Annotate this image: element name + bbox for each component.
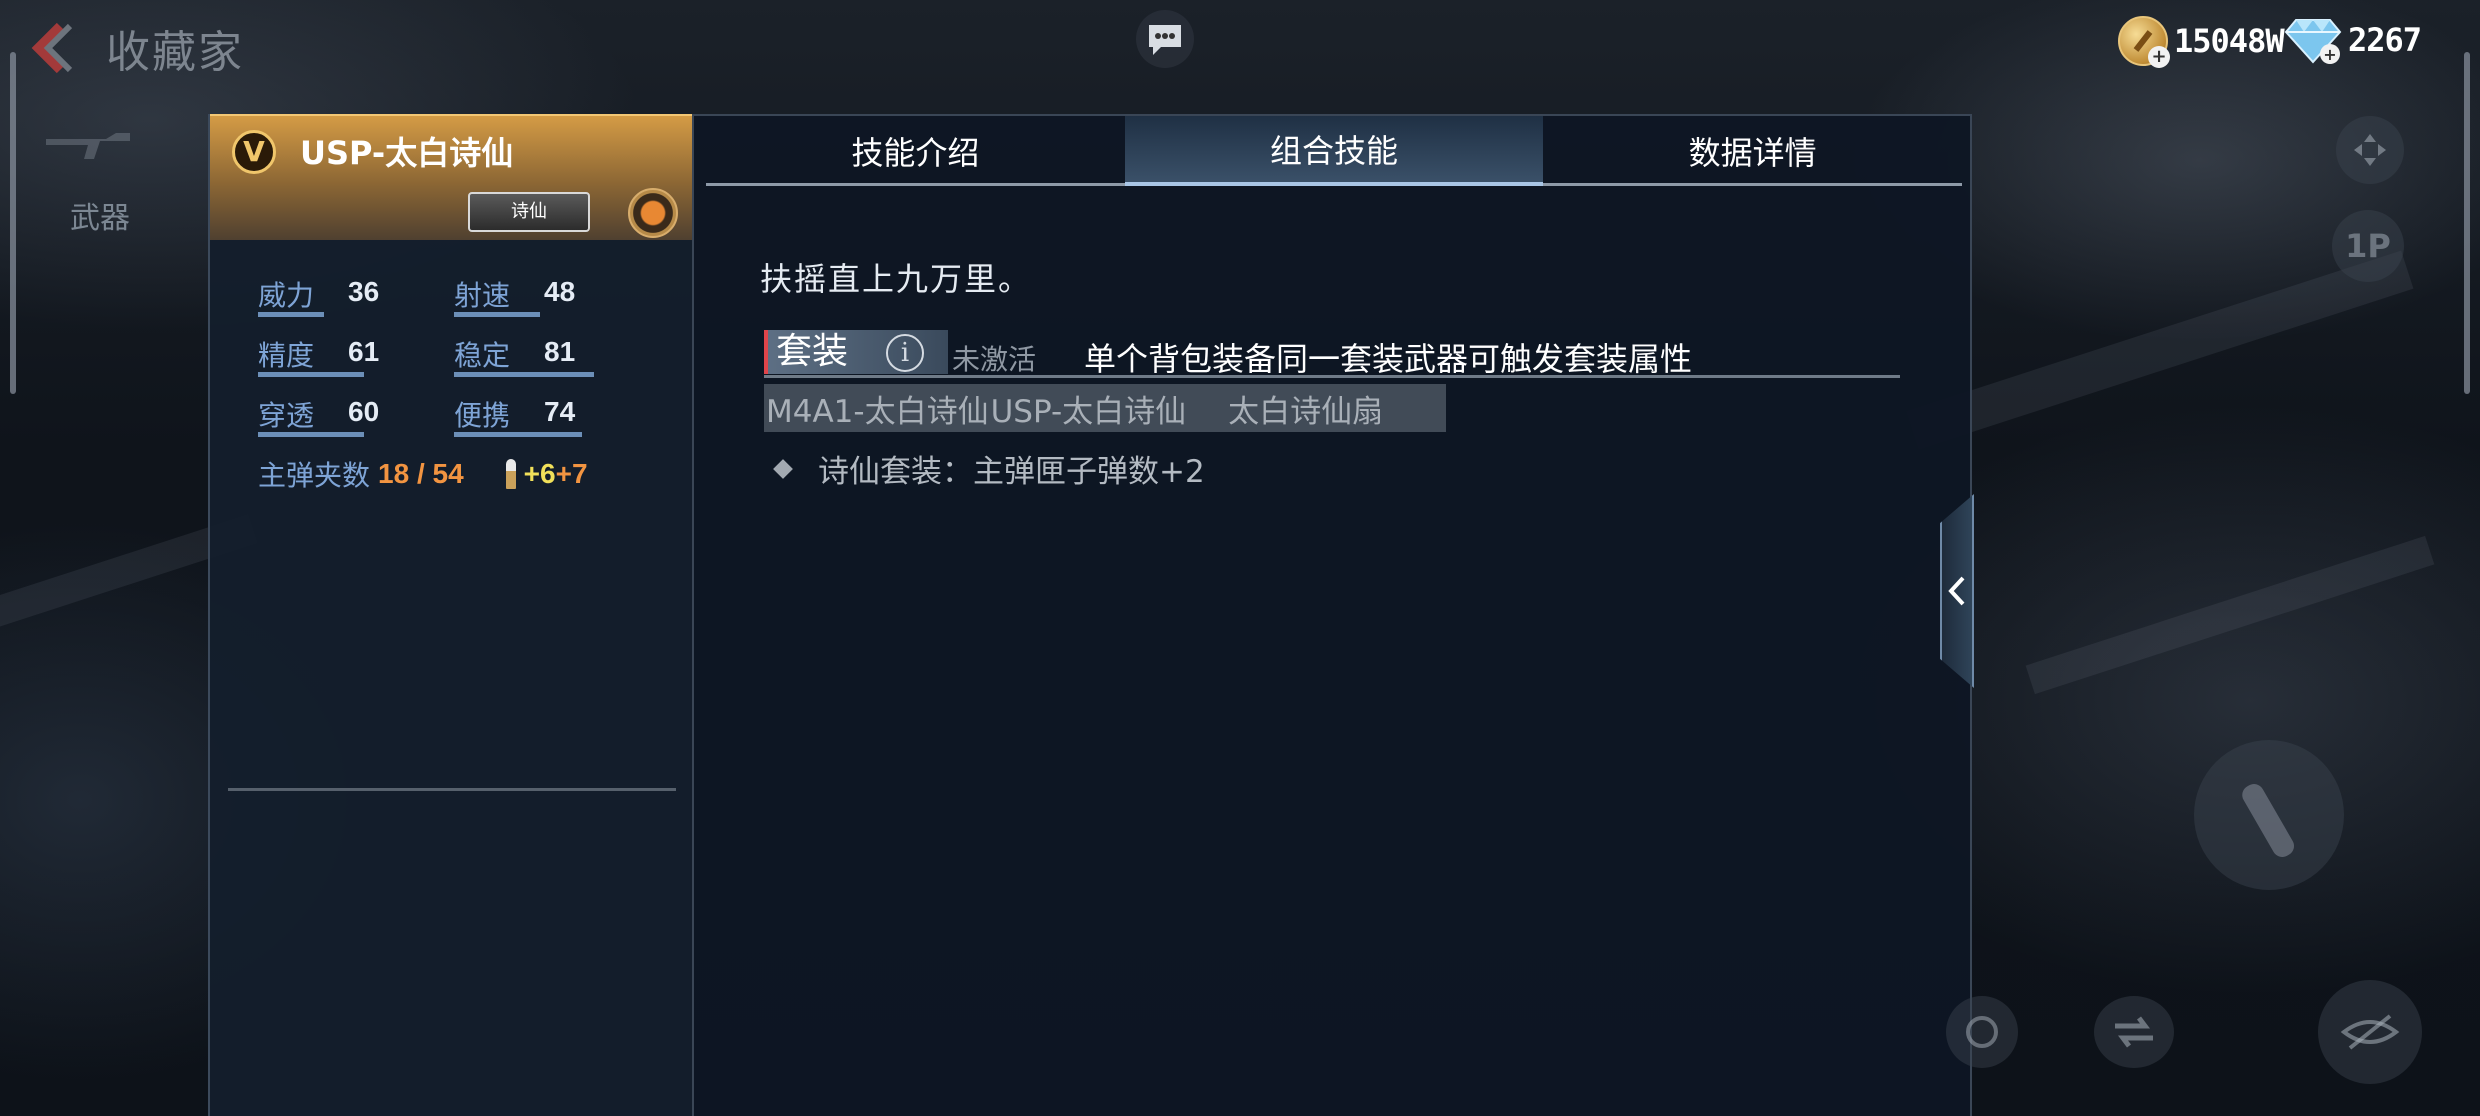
bullet-action-icon[interactable] xyxy=(2194,740,2344,890)
stat-fire-rate: 射速 48 xyxy=(454,274,614,320)
gold-amount: 15048W xyxy=(2174,22,2285,60)
gold-coin-icon: + xyxy=(2118,16,2170,68)
magazine-label: 主弹夹数 xyxy=(258,459,371,492)
set-bonus-text: 诗仙套装：主弹匣子弹数+2 xyxy=(818,454,1205,490)
stat-accuracy: 精度 61 xyxy=(258,334,418,380)
magazine-bonus-a: +6 xyxy=(523,458,556,489)
svg-text:+: + xyxy=(2323,45,2336,64)
gold-currency[interactable]: + 15048W xyxy=(2118,16,2285,68)
view-toggle-button[interactable]: 1P xyxy=(2332,210,2404,282)
tab-combo-skill[interactable]: 组合技能 xyxy=(1124,116,1544,186)
set-weapon-item: M4A1-太白诗仙 xyxy=(766,393,989,430)
diamond-icon: + xyxy=(2284,19,2342,64)
skill-panel: 技能介绍 组合技能 数据详情 扶摇直上九万里。 套装 i 未激活 单个背包装备同… xyxy=(692,114,1972,1116)
tab-bar: 技能介绍 组合技能 数据详情 xyxy=(706,116,1962,186)
set-status: 未激活 xyxy=(952,343,1037,376)
sidebar-item-weapon[interactable]: 武器 xyxy=(0,105,130,236)
chevron-left-icon xyxy=(31,22,73,74)
set-weapon-item: USP-太白诗仙 xyxy=(990,393,1187,430)
poet-tag-badge[interactable]: 诗仙 xyxy=(468,192,590,232)
set-description: 单个背包装备同一套装武器可触发套装属性 xyxy=(1084,340,1693,378)
hide-eye-icon[interactable] xyxy=(2318,980,2422,1084)
back-button[interactable] xyxy=(22,18,82,78)
set-weapons-list: M4A1-太白诗仙 USP-太白诗仙 太白诗仙扇 xyxy=(764,384,1446,432)
swap-weapon-icon[interactable] xyxy=(2094,996,2174,1068)
stat-power: 威力 36 xyxy=(258,274,418,320)
divider xyxy=(228,788,676,791)
diamond-currency[interactable]: + 2267 xyxy=(2284,16,2422,64)
stat-portability: 便携 74 xyxy=(454,394,614,440)
set-bonus: 诗仙套装：主弹匣子弹数+2 xyxy=(770,446,1205,491)
grenade-icon[interactable] xyxy=(1946,996,2018,1068)
diamond-amount: 2267 xyxy=(2348,21,2422,59)
magazine-value: 18 / 54 xyxy=(378,458,464,489)
stat-penetration: 穿透 60 xyxy=(258,394,418,440)
page-title: 收藏家 xyxy=(106,27,244,78)
right-scrollbar[interactable] xyxy=(2464,52,2470,394)
diamond-bullet-icon xyxy=(773,458,793,479)
rifle-icon xyxy=(46,133,130,159)
weapon-header: V USP-太白诗仙 诗仙 xyxy=(210,114,694,240)
rank-badge: V xyxy=(232,130,276,174)
set-weapon-item: 太白诗仙扇 xyxy=(1228,393,1384,430)
tab-data-details[interactable]: 数据详情 xyxy=(1543,116,1962,186)
info-icon[interactable]: i xyxy=(886,334,924,372)
bullet-icon xyxy=(505,459,516,489)
stat-stability: 稳定 81 xyxy=(454,334,614,380)
add-gold-icon[interactable]: + xyxy=(2148,46,2170,68)
dpad-icon[interactable] xyxy=(2336,116,2404,184)
chevron-left-icon xyxy=(1948,576,1965,606)
magazine-bonus-b: +7 xyxy=(555,458,588,489)
collapse-panel-button[interactable] xyxy=(1940,494,1974,688)
sidebar-item-label: 武器 xyxy=(70,201,130,236)
tab-skill-intro[interactable]: 技能介绍 xyxy=(706,116,1125,186)
chat-button[interactable] xyxy=(1136,10,1194,68)
set-row: 套装 i 未激活 单个背包装备同一套装武器可触发套装属性 xyxy=(764,330,1900,378)
weapon-info-panel: V USP-太白诗仙 诗仙 威力 36 射速 48 精度 61 稳定 81 穿透 60 便… xyxy=(208,114,694,1116)
weapon-name: USP-太白诗仙 xyxy=(300,134,514,172)
magazine-info: 主弹夹数 18 / 54 +6 +7 xyxy=(258,454,588,494)
weapon-motto: 扶摇直上九万里。 xyxy=(760,260,1033,298)
chat-bubble-icon xyxy=(1149,25,1181,55)
skin-emblem-icon[interactable] xyxy=(628,188,678,238)
